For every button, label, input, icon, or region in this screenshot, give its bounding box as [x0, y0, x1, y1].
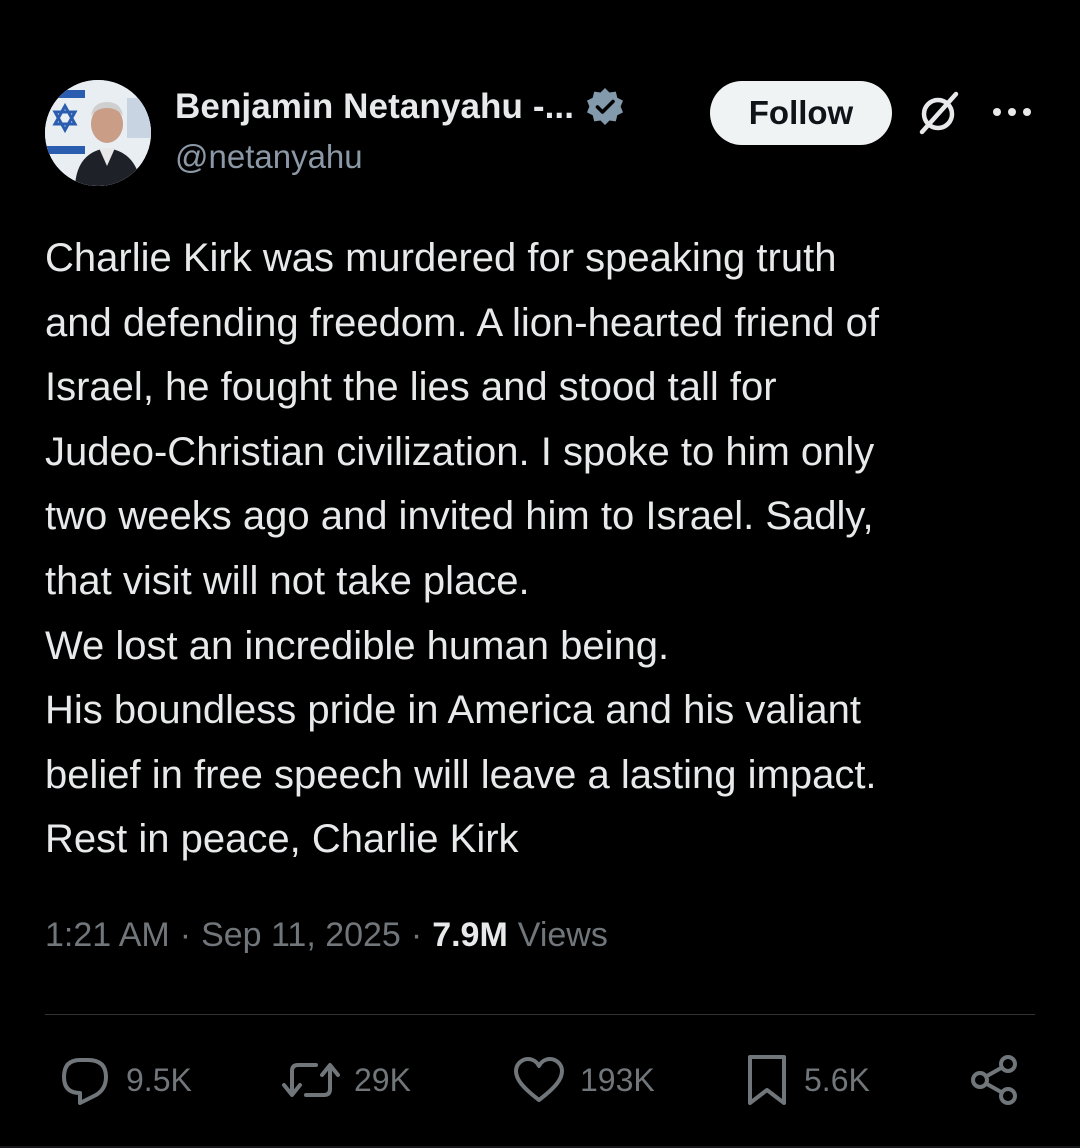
- heart-icon: [514, 1057, 564, 1102]
- views-label: Views: [517, 916, 608, 954]
- avatar[interactable]: [45, 80, 151, 186]
- follow-button[interactable]: Follow: [710, 81, 892, 145]
- bookmark-count: 5.6K: [804, 1061, 870, 1098]
- divider: [45, 1014, 1035, 1015]
- author-handle[interactable]: @netanyahu: [175, 138, 363, 176]
- reply-count: 9.5K: [126, 1061, 192, 1098]
- avatar-image: [45, 80, 151, 186]
- author-name-row: Benjamin Netanyahu -...: [175, 84, 626, 130]
- repost-icon: [282, 1063, 340, 1097]
- bookmark-button[interactable]: 5.6K: [744, 1052, 870, 1108]
- more-options-icon[interactable]: [990, 100, 1034, 124]
- like-button[interactable]: 193K: [512, 1052, 655, 1108]
- tweet-time[interactable]: 1:21 AM: [45, 916, 170, 955]
- repost-button[interactable]: 29K: [282, 1052, 411, 1108]
- views-count[interactable]: 7.9M: [432, 916, 508, 955]
- reply-button[interactable]: 9.5K: [58, 1052, 192, 1108]
- verified-badge-icon[interactable]: [584, 86, 626, 128]
- bookmark-icon: [748, 1055, 786, 1105]
- tweet-meta: 1:21 AM · Sep 11, 2025 · 7.9M Views: [45, 916, 608, 955]
- repost-count: 29K: [354, 1061, 411, 1098]
- tweet-date[interactable]: Sep 11, 2025: [201, 916, 401, 955]
- meta-separator: ·: [410, 916, 423, 954]
- meta-separator: ·: [179, 916, 192, 954]
- author-display-name[interactable]: Benjamin Netanyahu -...: [175, 87, 574, 127]
- tweet-detail: Benjamin Netanyahu -... @netanyahu Follo…: [0, 0, 1080, 1148]
- reply-icon: [62, 1058, 108, 1105]
- tweet-text: Charlie Kirk was murdered for speaking t…: [45, 236, 879, 862]
- grok-icon[interactable]: [914, 88, 964, 138]
- share-icon[interactable]: [970, 1054, 1020, 1106]
- like-count: 193K: [580, 1061, 655, 1098]
